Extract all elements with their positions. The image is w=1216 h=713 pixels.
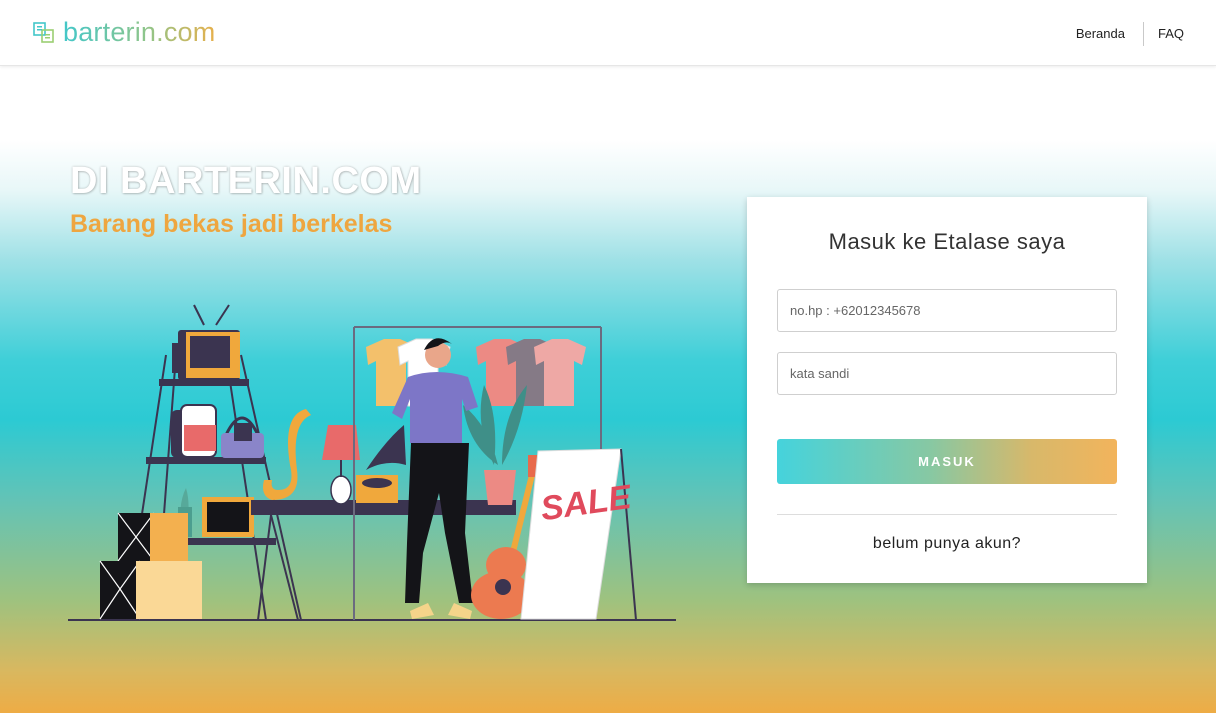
login-title: Masuk ke Etalase saya <box>828 229 1066 254</box>
brand-logo[interactable]: barterin.com <box>32 17 215 48</box>
tv-icon <box>172 304 240 380</box>
thrift-shop-illustration: SALE <box>68 304 676 621</box>
password-input[interactable] <box>777 352 1117 395</box>
hero-subtitle: Barang bekas jadi berkelas <box>70 210 393 238</box>
swap-icon <box>33 21 54 43</box>
top-navbar: barterin.com Beranda FAQ <box>0 0 1216 66</box>
brand-name: barterin.com <box>63 17 216 47</box>
sale-sign: SALE <box>520 448 637 621</box>
login-card: Masuk ke Etalase saya MASUK belum punya … <box>747 197 1147 583</box>
card-divider <box>777 514 1117 515</box>
nav-link-beranda[interactable]: Beranda <box>1076 24 1125 44</box>
phone-input[interactable] <box>777 289 1117 332</box>
nav-link-faq[interactable]: FAQ <box>1158 24 1184 44</box>
login-button[interactable]: MASUK <box>777 439 1117 484</box>
hanging-shirts <box>366 338 586 407</box>
bag-icon <box>171 404 264 458</box>
main-nav: Beranda FAQ <box>1076 22 1184 46</box>
hero-title: DI BARTERIN.COM <box>70 160 422 202</box>
register-link[interactable]: belum punya akun? <box>747 535 1147 553</box>
nav-divider <box>1142 22 1144 46</box>
